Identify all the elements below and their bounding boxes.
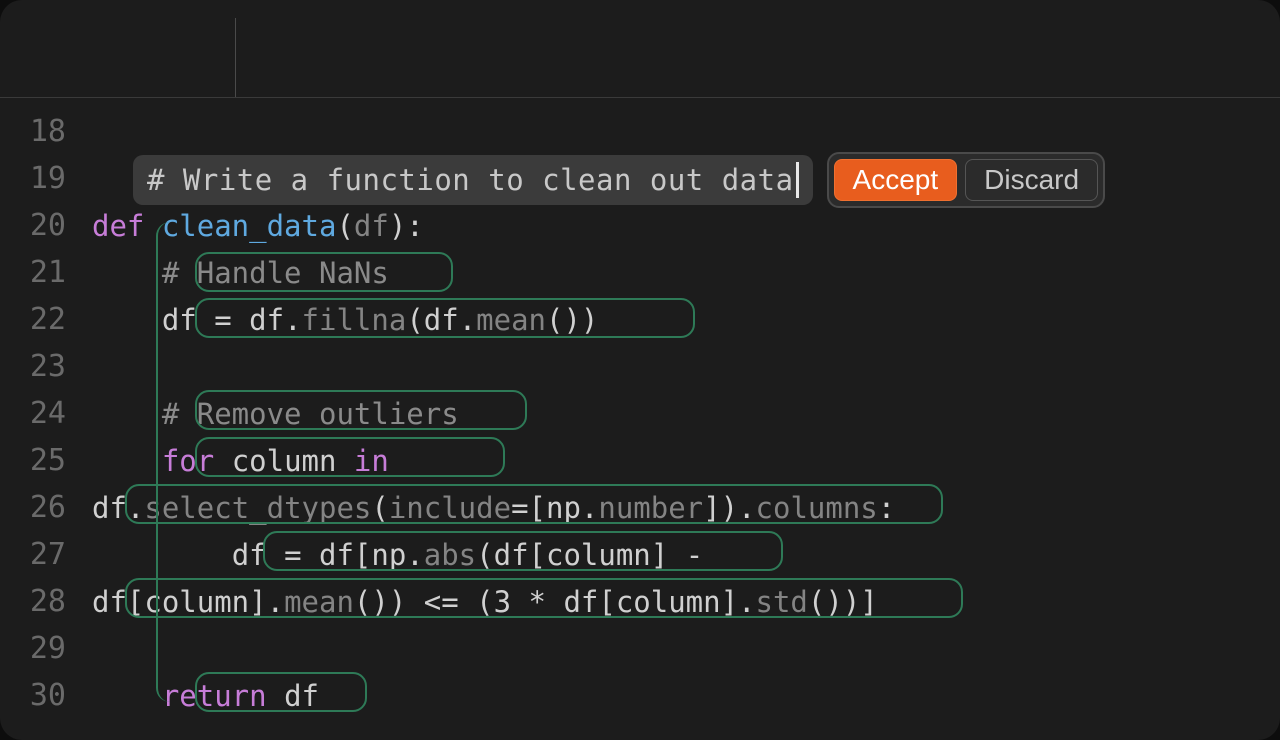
comment: # Handle NaNs: [162, 256, 389, 290]
code-line: 18: [0, 108, 1280, 155]
code-line: 28 df[column].mean()) <= (3 * df[column]…: [0, 578, 1280, 625]
code-line: 25 for column in: [0, 437, 1280, 484]
tab-divider: [235, 18, 236, 97]
line-number: 28: [0, 584, 92, 619]
line-number: 20: [0, 208, 92, 243]
inline-suggestion-prompt: # Write a function to clean out data Acc…: [133, 154, 1105, 206]
editor-top-bar: [0, 0, 1280, 98]
keyword-in: in: [354, 444, 389, 478]
code-line: 22 df = df.fillna(df.mean()): [0, 296, 1280, 343]
code-line: 24 # Remove outliers: [0, 390, 1280, 437]
line-number: 23: [0, 349, 92, 384]
line-number: 24: [0, 396, 92, 431]
line-number: 25: [0, 443, 92, 478]
discard-button[interactable]: Discard: [965, 159, 1098, 201]
line-number: 19: [0, 161, 92, 196]
keyword-return: return: [162, 679, 284, 713]
line-number: 22: [0, 302, 92, 337]
keyword-def: def: [92, 209, 162, 243]
line-number: 29: [0, 631, 92, 666]
line-number: 30: [0, 678, 92, 713]
line-number: 18: [0, 114, 92, 149]
code-line: 29: [0, 625, 1280, 672]
code-line: 21 # Handle NaNs: [0, 249, 1280, 296]
code-line: 26 df.select_dtypes(include=[np.number])…: [0, 484, 1280, 531]
line-number: 21: [0, 255, 92, 290]
editor-frame: # Write a function to clean out data Acc…: [0, 0, 1280, 740]
suggestion-actions: Accept Discard: [827, 152, 1106, 208]
line-number: 26: [0, 490, 92, 525]
code-line: 27 df = df[np.abs(df[column] -: [0, 531, 1280, 578]
code-line: 20 def clean_data(df):: [0, 202, 1280, 249]
function-name: clean_data: [162, 209, 337, 243]
line-number: 27: [0, 537, 92, 572]
code-line: 23: [0, 343, 1280, 390]
comment: # Remove outliers: [162, 397, 459, 431]
code-line: 30 return df: [0, 672, 1280, 719]
text-caret-icon: [796, 162, 799, 198]
keyword-for: for: [162, 444, 232, 478]
accept-button[interactable]: Accept: [834, 159, 958, 201]
prompt-text: # Write a function to clean out data: [147, 163, 794, 197]
prompt-input[interactable]: # Write a function to clean out data: [133, 155, 813, 205]
